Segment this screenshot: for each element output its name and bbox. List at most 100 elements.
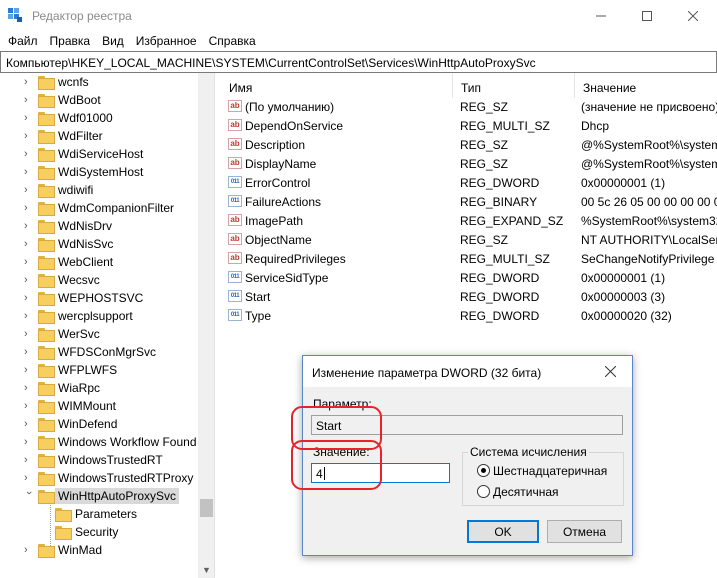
tree-item[interactable]: › WinDefend <box>0 415 198 433</box>
chevron-right-icon[interactable]: › <box>24 219 34 233</box>
close-icon <box>688 10 698 21</box>
scrollbar-thumb[interactable] <box>200 499 213 517</box>
minimize-button[interactable] <box>578 0 624 31</box>
tree-item[interactable]: › WiaRpc <box>0 379 198 397</box>
chevron-right-icon[interactable]: › <box>24 417 34 431</box>
chevron-right-icon[interactable]: › <box>24 435 34 449</box>
tree-item[interactable]: › WFPLWFS <box>0 361 198 379</box>
radio-hex[interactable] <box>477 464 490 477</box>
column-header-type[interactable]: Тип <box>453 73 575 98</box>
value-row[interactable]: abDescription REG_SZ @%SystemRoot%\system3… <box>221 135 717 154</box>
tree-item[interactable]: › WindowsTrustedRT <box>0 451 198 469</box>
ok-button[interactable]: OK <box>467 520 539 543</box>
window-title: Редактор реестра <box>32 9 132 23</box>
value-row[interactable]: 011 ServiceSidType REG_DWORD 0x00000001 (1) <box>221 268 717 287</box>
chevron-right-icon[interactable]: › <box>24 381 34 395</box>
chevron-right-icon[interactable]: › <box>24 309 34 323</box>
chevron-right-icon[interactable]: › <box>24 237 34 251</box>
chevron-right-icon[interactable]: › <box>24 363 34 377</box>
folder-icon <box>38 148 55 162</box>
chevron-right-icon[interactable]: › <box>24 399 34 413</box>
value-row[interactable]: ab ImagePath REG_EXPAND_SZ %SystemRoot%\sys… <box>221 211 717 230</box>
menu-view[interactable]: Вид <box>96 31 130 51</box>
scroll-down-icon[interactable]: ▼ <box>198 561 214 578</box>
tree-item[interactable]: › WinMad <box>0 541 198 559</box>
tree-item[interactable]: › WdNisSvc <box>0 235 198 253</box>
chevron-right-icon[interactable]: › <box>24 75 34 89</box>
value-row[interactable]: 011 FailureActions REG_BINARY 00 5c 26 05 0… <box>221 192 717 211</box>
value-row[interactable]: 011 Type REG_DWORD 0x00000020 (32) <box>221 306 717 325</box>
tree-item[interactable]: › WdiSystemHost <box>0 163 198 181</box>
chevron-right-icon[interactable]: › <box>24 111 34 125</box>
column-header-name[interactable]: Имя <box>221 73 453 98</box>
value-row[interactable]: ab (По умолчанию) REG_SZ (значение не присв… <box>221 97 717 116</box>
tree-item[interactable]: › Wecsvc <box>0 271 198 289</box>
tree-item-label: WinHttpAutoProxySvc <box>55 488 180 504</box>
value-row[interactable]: ab ObjectName REG_SZ NT AUTHORITY\LocalServ… <box>221 230 717 249</box>
folder-icon <box>38 202 55 216</box>
radio-dec-label[interactable]: Десятичная <box>493 485 559 499</box>
folder-icon <box>38 238 55 252</box>
chevron-right-icon[interactable]: › <box>24 291 34 305</box>
value-row[interactable]: 011 ErrorControl REG_DWORD 0x00000001 (1) <box>221 173 717 192</box>
radio-dec[interactable] <box>477 485 490 498</box>
chevron-right-icon[interactable]: › <box>24 471 34 485</box>
tree-child-item[interactable]: Security <box>0 523 198 541</box>
chevron-right-icon[interactable]: › <box>24 147 34 161</box>
tree-item[interactable]: › WEPHOSTSVC <box>0 289 198 307</box>
tree-child-item[interactable]: Parameters <box>0 505 198 523</box>
chevron-right-icon[interactable]: › <box>24 165 34 179</box>
value-name: ImagePath <box>245 214 304 228</box>
tree-item[interactable]: › Wdf01000 <box>0 109 198 127</box>
column-header-data[interactable]: Значение <box>575 73 717 98</box>
tree-item[interactable]: › WdNisDrv <box>0 217 198 235</box>
chevron-right-icon[interactable]: › <box>24 327 34 341</box>
menu-file[interactable]: Файл <box>2 31 44 51</box>
tree-item[interactable]: › WdBoot <box>0 91 198 109</box>
tree-item[interactable]: › Windows Workflow Found <box>0 433 198 451</box>
tree-item-selected[interactable]: › WinHttpAutoProxySvc <box>0 487 198 505</box>
value-type: REG_DWORD <box>460 290 540 304</box>
chevron-right-icon[interactable]: › <box>24 543 34 557</box>
value-type: REG_DWORD <box>460 271 540 285</box>
chevron-right-icon[interactable]: › <box>24 273 34 287</box>
cancel-button[interactable]: Отмена <box>547 520 622 543</box>
menu-help[interactable]: Справка <box>203 31 262 51</box>
tree-item[interactable]: › WdiServiceHost <box>0 145 198 163</box>
tree-item[interactable]: › wcnfs <box>0 73 198 91</box>
maximize-button[interactable] <box>624 0 670 31</box>
dialog-close-button[interactable] <box>604 364 617 380</box>
tree-item[interactable]: › wercplsupport <box>0 307 198 325</box>
chevron-right-icon[interactable]: › <box>24 453 34 467</box>
value-row[interactable]: abDisplayName REG_SZ @%SystemRoot%\system3… <box>221 154 717 173</box>
close-window-button[interactable] <box>670 0 716 31</box>
tree-item[interactable]: › WebClient <box>0 253 198 271</box>
tree-item[interactable]: › WdmCompanionFilter <box>0 199 198 217</box>
radio-hex-label[interactable]: Шестнадцатеричная <box>493 464 607 478</box>
tree-item[interactable]: › WerSvc <box>0 325 198 343</box>
value-row[interactable]: ab DependOnService REG_MULTI_SZ Dhcp <box>221 116 717 135</box>
tree-item[interactable]: › wdiwifi <box>0 181 198 199</box>
maximize-icon <box>642 10 652 21</box>
menu-edit[interactable]: Правка <box>44 31 97 51</box>
tree-scrollbar[interactable]: ▼ <box>198 73 214 578</box>
value-row[interactable]: 011 Start REG_DWORD 0x00000003 (3) <box>221 287 717 306</box>
chevron-right-icon[interactable]: › <box>24 345 34 359</box>
chevron-right-icon[interactable]: › <box>24 183 34 197</box>
address-bar[interactable]: Компьютер\HKEY_LOCAL_MACHINE\SYSTEM\Curr… <box>0 51 717 73</box>
tree-item[interactable]: › WIMMount <box>0 397 198 415</box>
chevron-right-icon[interactable]: › <box>24 129 34 143</box>
chevron-right-icon[interactable]: › <box>24 201 34 215</box>
value-row[interactable]: ab RequiredPrivileges REG_MULTI_SZ SeChange… <box>221 249 717 268</box>
value-type: REG_SZ <box>460 233 509 247</box>
value-data: 0x00000001 (1) <box>581 176 666 190</box>
tree-item[interactable]: › WindowsTrustedRTProxy <box>0 469 198 487</box>
tree-item-label: WindowsTrustedRTProxy <box>58 471 194 485</box>
chevron-right-icon[interactable]: › <box>24 93 34 107</box>
tree-item[interactable]: › WdFilter <box>0 127 198 145</box>
chevron-right-icon[interactable]: › <box>24 255 34 269</box>
chevron-down-icon[interactable]: › <box>22 491 36 501</box>
tree-item[interactable]: › WFDSConMgrSvc <box>0 343 198 361</box>
menu-favorites[interactable]: Избранное <box>130 31 203 51</box>
tree-item-label: Security <box>75 525 119 539</box>
